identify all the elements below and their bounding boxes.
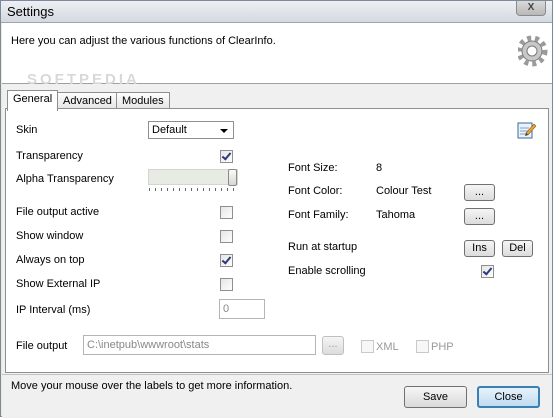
gear-icon: [508, 29, 548, 69]
file-output-active-label: File output active: [16, 206, 100, 218]
header-description: Here you can adjust the various function…: [11, 35, 276, 47]
skin-select-value: Default: [152, 124, 187, 136]
font-color-label: Font Color:: [288, 185, 343, 197]
alpha-transparency-label: Alpha Transparency: [16, 173, 114, 185]
general-tab-page: Skin Default Transparency Alpha Transpar…: [5, 108, 549, 373]
settings-window: Settings X Here you can adjust the vario…: [0, 0, 553, 418]
window-title: Settings: [7, 4, 54, 19]
tab-general[interactable]: General: [7, 90, 59, 111]
enable-scrolling-label: Enable scrolling: [288, 265, 366, 277]
font-color-button[interactable]: ...: [464, 184, 495, 201]
startup-del-button[interactable]: Del: [502, 240, 533, 257]
show-external-ip-label: Show External IP: [16, 278, 101, 290]
slider-thumb[interactable]: [228, 169, 237, 186]
alpha-transparency-slider[interactable]: [148, 169, 238, 186]
settings-panel: General Advanced Modules Skin Default Tr…: [2, 84, 552, 374]
transparency-label: Transparency: [16, 150, 83, 162]
font-family-value: Tahoma: [376, 209, 416, 221]
skin-select[interactable]: Default: [148, 121, 234, 139]
font-color-value: Colour Test: [376, 185, 432, 197]
font-family-button[interactable]: ...: [464, 208, 495, 225]
file-output-path-input[interactable]: C:\inetpub\wwwroot\stats: [83, 335, 316, 355]
font-family-label: Font Family:: [288, 209, 349, 221]
file-output-active-checkbox[interactable]: [220, 206, 233, 219]
always-on-top-checkbox[interactable]: [220, 254, 233, 267]
startup-ins-button[interactable]: Ins: [464, 240, 495, 257]
run-at-startup-label: Run at startup: [288, 241, 358, 253]
chevron-down-icon: [220, 129, 228, 133]
font-size-label: Font Size:: [288, 162, 338, 174]
always-on-top-label: Always on top: [16, 254, 85, 266]
file-output-label: File output: [16, 340, 68, 352]
php-checkbox[interactable]: [416, 340, 429, 353]
show-window-label: Show window: [16, 230, 84, 242]
show-window-checkbox[interactable]: [220, 230, 233, 243]
slider-ticks: [149, 188, 237, 191]
save-button[interactable]: Save: [404, 386, 467, 408]
transparency-checkbox[interactable]: [220, 150, 233, 163]
enable-scrolling-checkbox[interactable]: [481, 265, 494, 278]
file-output-browse-button[interactable]: ...: [322, 336, 344, 355]
title-bar: Settings X: [1, 1, 552, 23]
status-hint: Move your mouse over the labels to get m…: [11, 380, 293, 392]
font-size-value: 8: [376, 162, 383, 174]
close-button[interactable]: Close: [477, 386, 540, 408]
xml-label: XML: [376, 341, 399, 353]
skin-label: Skin: [16, 124, 38, 136]
window-close-button[interactable]: X: [516, 1, 546, 16]
show-external-ip-checkbox[interactable]: [220, 278, 233, 291]
header-panel: Here you can adjust the various function…: [2, 23, 552, 88]
ip-interval-label: IP Interval (ms): [16, 304, 91, 316]
xml-checkbox[interactable]: [361, 340, 374, 353]
php-label: PHP: [431, 341, 454, 353]
ip-interval-input[interactable]: 0: [219, 299, 265, 319]
footer-bar: Move your mouse over the labels to get m…: [2, 374, 552, 418]
edit-notepad-icon[interactable]: [516, 120, 536, 140]
